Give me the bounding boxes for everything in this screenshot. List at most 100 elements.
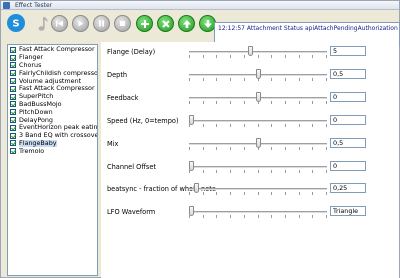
slider-tick: [298, 215, 300, 218]
slider-tick: [271, 124, 273, 127]
parameter-value-field[interactable]: 0,5: [330, 69, 366, 79]
parameter-slider-track[interactable]: [189, 188, 327, 190]
effect-enabled-checkbox[interactable]: [10, 148, 16, 155]
parameter-slider-track[interactable]: [189, 120, 327, 122]
effect-enabled-checkbox[interactable]: [10, 78, 16, 85]
slider-tick: [312, 124, 314, 127]
parameter-row: Feedback 0: [101, 91, 399, 105]
slider-tick: [271, 147, 273, 150]
effect-enabled-checkbox[interactable]: [10, 140, 16, 147]
slider-tick: [326, 192, 327, 195]
slider-tick: [230, 124, 232, 127]
parameter-value-field[interactable]: 0: [330, 161, 366, 171]
effect-list-item[interactable]: Tremolo: [8, 147, 97, 155]
music-button[interactable]: [33, 15, 50, 32]
slider-ticks: [189, 192, 327, 195]
parameter-slider-track[interactable]: [189, 51, 327, 53]
parameter-label: Depth: [107, 71, 128, 79]
parameter-slider-thumb[interactable]: [255, 92, 261, 102]
slider-tick: [230, 215, 232, 218]
slider-tick: [216, 192, 218, 195]
slider-tick: [312, 170, 314, 173]
parameter-slider-track[interactable]: [189, 211, 327, 213]
effect-enabled-checkbox[interactable]: [10, 117, 16, 124]
parameter-label: Speed (Hz, 0=tempo): [107, 117, 179, 125]
parameter-slider-thumb[interactable]: [255, 69, 261, 79]
slider-tick: [326, 215, 327, 218]
effect-tester-window: Effect Tester S 12:12:57 Attachment Stat…: [0, 0, 400, 278]
effect-enabled-checkbox[interactable]: [10, 54, 16, 61]
parameter-value-field[interactable]: 0: [330, 92, 366, 102]
slider-tick: [216, 147, 218, 150]
slider-tick: [230, 170, 232, 173]
slider-tick: [189, 55, 190, 58]
effect-list[interactable]: Fast Attack Compressor 117FlangerChorusF…: [7, 44, 98, 276]
effect-enabled-checkbox[interactable]: [10, 93, 16, 100]
parameter-value-field[interactable]: 5: [330, 46, 366, 56]
parameter-label: LFO Waveform: [107, 208, 156, 216]
parameter-slider-thumb[interactable]: [255, 138, 261, 148]
effect-enabled-checkbox[interactable]: [10, 124, 16, 131]
slider-tick: [284, 124, 286, 127]
title-bar: Effect Tester: [1, 1, 399, 10]
add-button[interactable]: [136, 15, 153, 32]
slider-tick: [243, 170, 245, 173]
slider-tick: [257, 124, 259, 127]
slider-tick: [284, 55, 286, 58]
parameter-value-field[interactable]: 0: [330, 115, 366, 125]
previous-button[interactable]: [51, 15, 68, 32]
slider-tick: [326, 55, 327, 58]
parameter-value-field[interactable]: 0,25: [330, 183, 366, 193]
parameter-value-field[interactable]: Triangle: [330, 206, 366, 216]
parameter-slider-thumb[interactable]: [247, 46, 253, 56]
slider-tick: [230, 55, 232, 58]
plus-icon: [140, 19, 149, 28]
parameter-row: Mix 0,5: [101, 137, 399, 151]
slider-tick: [257, 192, 259, 195]
slider-tick: [257, 215, 259, 218]
slider-tick: [189, 101, 190, 104]
slider-tick: [243, 147, 245, 150]
parameter-label: Channel Offset: [107, 163, 156, 171]
effect-label: BadBussMojo: [19, 99, 62, 108]
stop-button[interactable]: [114, 15, 131, 32]
slider-tick: [312, 192, 314, 195]
slider-ticks: [189, 170, 327, 173]
slider-tick: [298, 124, 300, 127]
effect-enabled-checkbox[interactable]: [10, 101, 16, 108]
move-up-button[interactable]: [178, 15, 195, 32]
slider-tick: [202, 147, 204, 150]
slider-tick: [230, 192, 232, 195]
effect-label: FlangeBaby: [19, 138, 57, 147]
skip-back-icon: [56, 20, 63, 27]
parameter-slider-thumb[interactable]: [189, 206, 194, 216]
effect-enabled-checkbox[interactable]: [10, 85, 16, 92]
slider-tick: [189, 147, 190, 150]
slider-tick: [284, 78, 286, 81]
pause-button[interactable]: [93, 15, 110, 32]
play-button[interactable]: [72, 15, 89, 32]
slider-tick: [271, 101, 273, 104]
parameter-value-field[interactable]: 0,5: [330, 138, 366, 148]
slider-tick: [257, 170, 259, 173]
parameter-slider-thumb[interactable]: [189, 115, 194, 125]
slider-tick: [230, 78, 232, 81]
skype-button[interactable]: S: [7, 14, 25, 32]
effect-enabled-checkbox[interactable]: [10, 62, 16, 69]
slider-tick: [189, 78, 190, 81]
slider-tick: [216, 170, 218, 173]
effect-enabled-checkbox[interactable]: [10, 70, 16, 77]
parameter-slider-track[interactable]: [189, 166, 327, 168]
slider-tick: [298, 192, 300, 195]
parameter-slider-thumb[interactable]: [194, 183, 200, 193]
effect-enabled-checkbox[interactable]: [10, 109, 16, 116]
parameter-slider-thumb[interactable]: [189, 161, 194, 171]
slider-tick: [243, 192, 245, 195]
slider-tick: [202, 170, 204, 173]
remove-button[interactable]: [157, 15, 174, 32]
slider-tick: [326, 78, 327, 81]
effect-enabled-checkbox[interactable]: [10, 46, 16, 53]
close-icon: [161, 19, 170, 28]
effect-enabled-checkbox[interactable]: [10, 132, 16, 139]
slider-ticks: [189, 215, 327, 218]
